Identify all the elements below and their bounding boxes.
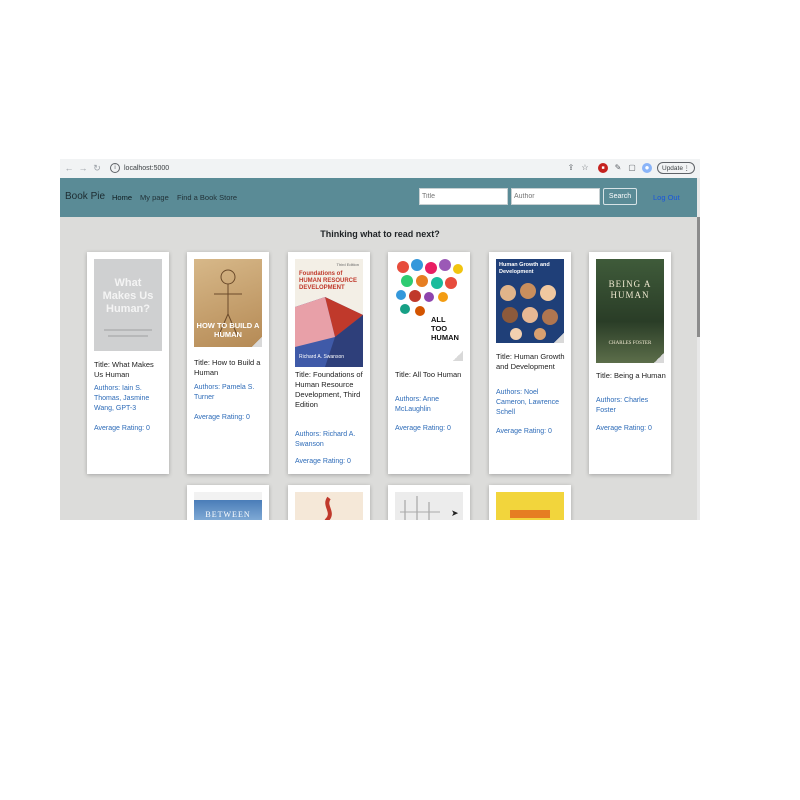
url-text: localhost:5000 [124,165,170,172]
app-navbar: Book Pie Home My page Find a Book Store … [60,178,697,217]
mouse-cursor-icon: ➤ [451,508,459,518]
book-authors[interactable]: Authors: Richard A. Swanson [295,430,365,450]
book-card[interactable]: BEING A HUMAN CHARLES FOSTER Title: Bein… [589,252,671,474]
book-cover[interactable]: ALL TOO HUMAN [395,259,463,361]
site-info-icon[interactable]: i [110,163,120,174]
book-rating: Average Rating: 0 [596,425,652,432]
extensions-puzzle-icon[interactable]: ✎ [613,163,623,173]
author-search-input[interactable] [511,188,600,205]
cover-divider [108,335,148,337]
update-label: Update [662,165,683,172]
page-curl [252,337,262,347]
book-cover[interactable]: What Makes Us Human? [94,259,162,351]
book-authors[interactable]: Authors: Anne McLaughlin [395,395,465,415]
book-title: Title: Human Growth and Development [496,352,565,371]
book-cover[interactable]: Human Growth and Development [496,259,564,343]
nav-my-page[interactable]: My page [140,193,169,202]
logout-link[interactable]: Log Out [653,193,680,202]
title-search-input[interactable] [419,188,508,205]
nav-find-book-store[interactable]: Find a Book Store [177,193,237,202]
book-card[interactable] [288,485,370,520]
cover-author: Richard A. Swanson [299,354,345,360]
bookmark-star-icon[interactable]: ☆ [580,163,590,173]
book-card[interactable]: ➤ [388,485,470,520]
search-button[interactable]: Search [603,188,637,205]
cover-title: HOW TO BUILD A HUMAN [196,321,260,339]
book-title: Title: Being a Human [596,371,666,380]
cover-title: Human Growth and Development [499,262,550,275]
cover-illustration [324,496,332,520]
page-curl [654,353,664,363]
cover-title: ALL TOO HUMAN [431,315,459,342]
book-authors[interactable]: Authors: Charles Foster [596,396,666,416]
book-rating: Average Rating: 0 [395,425,451,432]
book-rating: Average Rating: 0 [194,414,250,421]
page-curl [453,351,463,361]
book-card[interactable]: BETWEEN [187,485,269,520]
cover-edition: Third Edition [336,262,359,267]
adblock-extension-icon[interactable]: ■ [598,163,608,173]
book-title: Title: All Too Human [395,370,462,379]
brand-logo[interactable]: Book Pie [65,191,105,202]
book-card[interactable]: HOW TO BUILD A HUMAN Title: How to Build… [187,252,269,474]
book-card[interactable]: ALL TOO HUMAN Title: All Too Human Autho… [388,252,470,474]
book-authors[interactable]: Authors: Noel Cameron, Lawrence Schell [496,388,566,418]
address-bar[interactable]: i localhost:5000 [106,162,606,175]
browser-window: ← → ↻ i localhost:5000 ⇪ ☆ ■ ✎ ▢ ● Update… [60,159,700,520]
book-rating: Average Rating: 0 [496,428,552,435]
cover-band [510,510,550,518]
forward-icon[interactable]: → [78,163,88,173]
book-card[interactable] [489,485,571,520]
cover-title: BETWEEN [205,510,251,519]
book-rating: Average Rating: 0 [94,425,150,432]
browser-toolbar: ← → ↻ i localhost:5000 ⇪ ☆ ■ ✎ ▢ ● Update… [60,159,700,179]
cover-divider [104,329,152,331]
book-authors[interactable]: Authors: Pamela S. Turner [194,383,264,403]
book-card[interactable]: What Makes Us Human? Title: What Makes U… [87,252,169,474]
cover-title: Foundations of HUMAN RESOURCE DEVELOPMEN… [299,271,358,291]
cover-title: BEING A HUMAN [608,279,652,300]
profile-avatar-icon[interactable]: ● [642,163,652,173]
cover-title: What Makes Us Human? [102,277,154,315]
share-icon[interactable]: ⇪ [566,163,576,173]
more-menu-icon[interactable]: ⋮ [684,163,691,175]
book-authors[interactable]: Authors: Iain S. Thomas, Jasmine Wang, G… [94,384,164,414]
page-curl [554,333,564,343]
book-cover[interactable]: HOW TO BUILD A HUMAN [194,259,262,347]
book-title: Title: How to Build a Human [194,358,261,377]
reload-icon[interactable]: ↻ [92,163,102,173]
book-cover[interactable]: BEING A HUMAN CHARLES FOSTER [596,259,664,363]
cover-illustration [500,283,558,340]
book-cover[interactable]: ➤ [395,492,463,520]
side-panel-icon[interactable]: ▢ [627,163,637,173]
book-title: Title: Foundations of Human Resource Dev… [295,370,363,409]
book-card[interactable]: Human Growth and Development Title: Huma… [489,252,571,474]
book-title: Title: What Makes Us Human [94,360,154,379]
nav-home[interactable]: Home [112,193,132,202]
page-heading: Thinking what to read next? [320,229,440,239]
book-cover[interactable] [496,492,564,520]
update-button[interactable]: Update ⋮ [657,162,695,174]
book-cover[interactable] [295,492,363,520]
book-card[interactable]: Third Edition Foundations of HUMAN RESOU… [288,252,370,474]
book-rating: Average Rating: 0 [295,458,351,465]
cover-author: CHARLES FOSTER [608,341,652,346]
book-cover[interactable]: Third Edition Foundations of HUMAN RESOU… [295,259,363,367]
book-cover[interactable]: BETWEEN [194,492,262,520]
cover-illustration [396,259,463,316]
back-icon[interactable]: ← [64,163,74,173]
